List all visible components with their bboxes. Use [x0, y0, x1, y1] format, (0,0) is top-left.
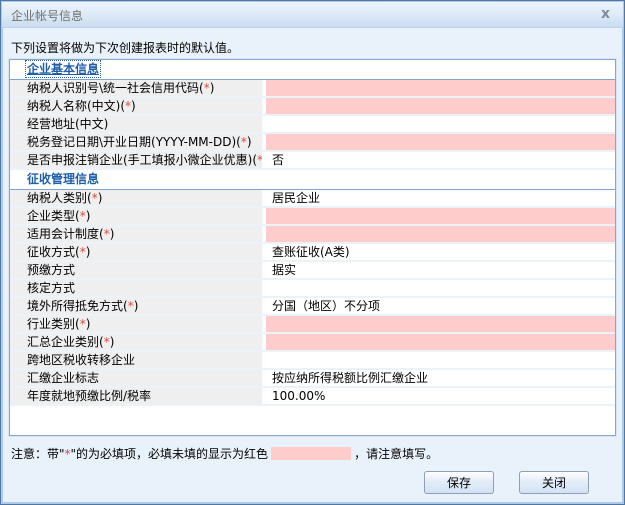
form-row: 行业类别(*) — [10, 316, 615, 334]
dialog-window: 企业帐号信息 x 下列设置将做为下次创建报表时的默认值。 企业基本信息纳税人识别… — [0, 0, 625, 505]
field-label: 纳税人类别(*) — [10, 190, 266, 206]
field-value[interactable] — [266, 134, 615, 150]
field-label: 跨地区税收转移企业 — [10, 352, 266, 368]
required-star: * — [92, 191, 98, 205]
required-star: * — [104, 227, 110, 241]
form-row: 经营地址(中文) — [10, 116, 615, 134]
field-label: 汇缴企业标志 — [10, 370, 266, 386]
field-value[interactable] — [266, 208, 615, 224]
save-button[interactable]: 保存 — [424, 471, 494, 494]
required-star: * — [80, 245, 86, 259]
section-header: 征收管理信息 — [10, 170, 615, 190]
window-title: 企业帐号信息 — [11, 7, 83, 24]
note-text-3: ，请注意填写。 — [354, 447, 438, 461]
required-star: * — [125, 99, 131, 113]
form-row: 汇缴企业标志按应纳所得税额比例汇缴企业 — [10, 370, 615, 388]
field-value[interactable] — [266, 280, 615, 296]
titlebar[interactable]: 企业帐号信息 x — [2, 2, 623, 28]
footer: 保存 关闭 — [424, 471, 589, 494]
field-value[interactable] — [266, 226, 615, 242]
field-value[interactable]: 分国（地区）不分项 — [266, 298, 615, 314]
field-value[interactable]: 否 — [266, 152, 615, 168]
field-value[interactable]: 居民企业 — [266, 190, 615, 206]
field-value[interactable]: 查账征收(A类) — [266, 244, 615, 260]
form-row: 纳税人识别号\统一社会信用代码(*) — [10, 80, 615, 98]
field-value[interactable] — [266, 98, 615, 114]
form-row: 核定方式 — [10, 280, 615, 298]
field-value[interactable] — [266, 316, 615, 332]
required-color-swatch — [271, 447, 351, 460]
field-value[interactable] — [266, 334, 615, 350]
field-value[interactable] — [266, 80, 615, 96]
form-row: 汇总企业类别(*) — [10, 334, 615, 352]
form-row: 纳税人类别(*)居民企业 — [10, 190, 615, 208]
field-label: 征收方式(*) — [10, 244, 266, 260]
field-label: 预缴方式 — [10, 262, 266, 278]
field-value[interactable]: 据实 — [266, 262, 615, 278]
form-row: 企业类型(*) — [10, 208, 615, 226]
required-star: * — [80, 317, 86, 331]
field-label: 适用会计制度(*) — [10, 226, 266, 242]
form-row: 年度就地预缴比例/税率100.00% — [10, 388, 615, 406]
note-text-1: 注意：带" — [11, 447, 65, 461]
required-star: * — [80, 209, 86, 223]
field-label: 境外所得抵免方式(*) — [10, 298, 266, 314]
intro-text: 下列设置将做为下次创建报表时的默认值。 — [11, 39, 239, 56]
field-label: 纳税人名称(中文)(*) — [10, 98, 266, 114]
field-label: 核定方式 — [10, 280, 266, 296]
field-label: 纳税人识别号\统一社会信用代码(*) — [10, 80, 266, 96]
field-value[interactable]: 按应纳所得税额比例汇缴企业 — [266, 370, 615, 386]
field-label: 行业类别(*) — [10, 316, 266, 332]
form-row: 税务登记日期\开业日期(YYYY-MM-DD)(*) — [10, 134, 615, 152]
form-panel: 企业基本信息纳税人识别号\统一社会信用代码(*) 纳税人名称(中文)(*) 经营地址… — [9, 59, 616, 436]
required-star: * — [104, 335, 110, 349]
field-value[interactable]: 100.00% — [266, 388, 615, 404]
field-label: 经营地址(中文) — [10, 116, 266, 132]
field-label: 年度就地预缴比例/税率 — [10, 388, 266, 404]
field-value[interactable] — [266, 116, 615, 132]
form-row: 境外所得抵免方式(*)分国（地区）不分项 — [10, 298, 615, 316]
field-label: 是否申报注销企业(手工填报小微企业优惠)(*) — [10, 152, 266, 168]
required-star: * — [128, 299, 134, 313]
required-star: * — [204, 81, 210, 95]
form-row: 适用会计制度(*) — [10, 226, 615, 244]
close-button[interactable]: 关闭 — [519, 471, 589, 494]
section-header-link[interactable]: 征收管理信息 — [27, 172, 99, 186]
close-icon[interactable]: x — [601, 6, 610, 22]
form-row: 征收方式(*)查账征收(A类) — [10, 244, 615, 262]
field-label: 汇总企业类别(*) — [10, 334, 266, 350]
section-header: 企业基本信息 — [10, 60, 615, 80]
form-row: 是否申报注销企业(手工填报小微企业优惠)(*)否 — [10, 152, 615, 170]
required-star: * — [257, 153, 263, 167]
field-value[interactable] — [266, 352, 615, 368]
note-text-2: "的为必填项，必填未填的显示为红色 — [71, 447, 269, 461]
field-label: 企业类型(*) — [10, 208, 266, 224]
field-label: 税务登记日期\开业日期(YYYY-MM-DD)(*) — [10, 134, 266, 150]
required-star: * — [241, 135, 247, 149]
form-row: 预缴方式据实 — [10, 262, 615, 280]
note: 注意：带"*"的为必填项，必填未填的显示为红色，请注意填写。 — [11, 445, 438, 462]
form-row: 跨地区税收转移企业 — [10, 352, 615, 370]
form-row: 纳税人名称(中文)(*) — [10, 98, 615, 116]
section-header-link[interactable]: 企业基本信息 — [27, 62, 99, 76]
